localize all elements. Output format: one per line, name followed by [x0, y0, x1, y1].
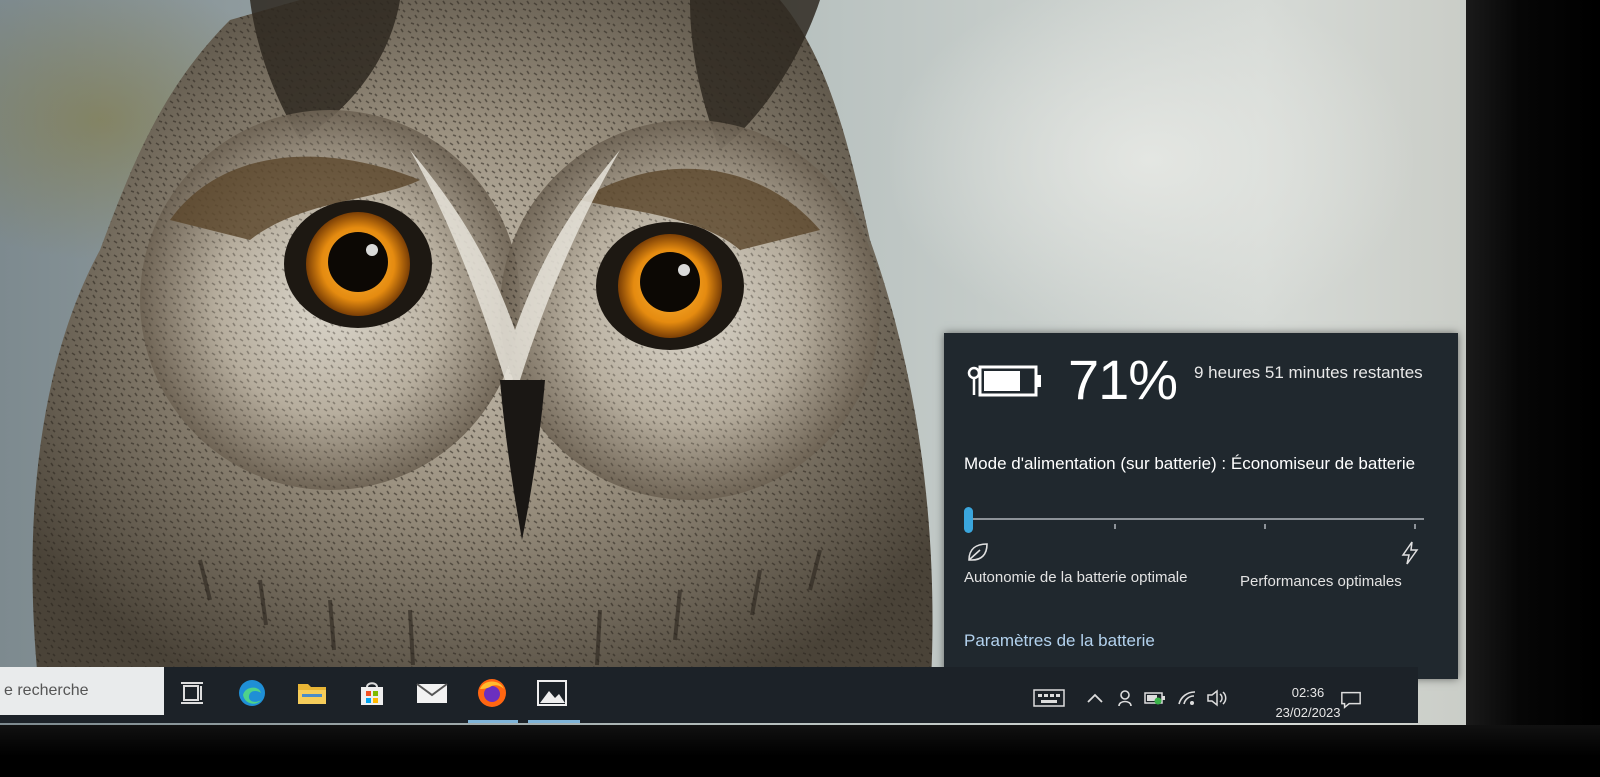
performance-label: Performances optimales	[1240, 573, 1402, 590]
slider-tick	[1264, 524, 1266, 529]
owl-wallpaper	[32, 0, 933, 700]
monitor-bezel-bottom	[0, 725, 1600, 777]
search-box[interactable]: e recherche	[0, 667, 164, 715]
battery-flyout: 71% 9 heures 51 minutes restantes Mode d…	[944, 333, 1458, 679]
slider-tick	[1414, 524, 1416, 529]
battery-percentage: 71%	[1068, 348, 1178, 411]
power-mode-label: Mode d'alimentation (sur batterie) : Éco…	[964, 454, 1416, 473]
monitor-bezel-right	[1466, 0, 1600, 777]
desktop: 71% 9 heures 51 minutes restantes Mode d…	[0, 0, 1485, 725]
action-center-icon[interactable]	[1340, 689, 1362, 711]
task-view-icon[interactable]	[174, 675, 210, 711]
firefox-active-indicator	[468, 720, 518, 723]
photos-icon[interactable]	[534, 675, 570, 711]
keyboard-icon[interactable]	[1032, 687, 1066, 709]
chevron-up-icon[interactable]	[1084, 687, 1106, 709]
meet-now-icon[interactable]	[1114, 687, 1136, 709]
battery-settings-link[interactable]: Paramètres de la batterie	[964, 631, 1155, 651]
slider-thumb[interactable]	[964, 507, 973, 533]
mail-icon[interactable]	[414, 675, 450, 711]
edge-icon[interactable]	[234, 675, 270, 711]
battery-tray-icon[interactable]	[1144, 687, 1166, 709]
slider-tick	[1114, 524, 1116, 529]
battery-time-remaining: 9 heures 51 minutes restantes	[1194, 363, 1423, 382]
battery-icon	[967, 365, 1041, 397]
photos-active-indicator	[528, 720, 580, 723]
file-explorer-icon[interactable]	[294, 675, 330, 711]
volume-icon[interactable]	[1206, 687, 1228, 709]
slider-track	[964, 518, 1424, 520]
store-icon[interactable]	[354, 675, 390, 711]
wifi-icon[interactable]	[1176, 687, 1198, 709]
search-placeholder: e recherche	[4, 682, 89, 699]
firefox-icon[interactable]	[474, 675, 510, 711]
taskbar: e recherche 02:36 23/02/2023	[0, 667, 1418, 723]
battery-life-label: Autonomie de la batterie optimale	[964, 569, 1188, 586]
power-mode-slider[interactable]	[964, 503, 1424, 533]
leaf-icon	[968, 543, 988, 561]
lightning-bolt-icon	[1401, 541, 1419, 565]
